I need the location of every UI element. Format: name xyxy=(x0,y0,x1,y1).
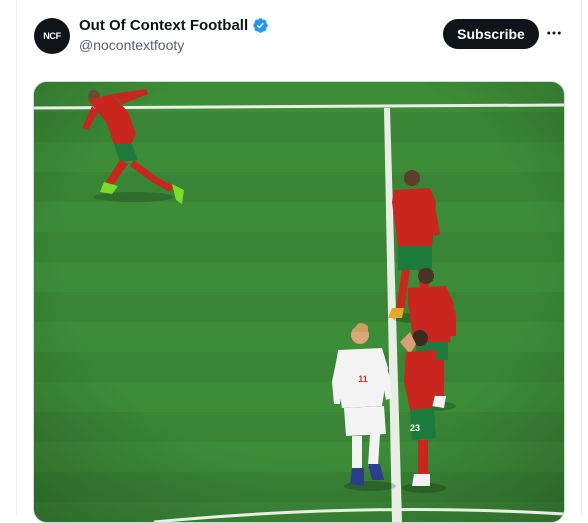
post-card: NCF Out Of Context Football @nocontextfo… xyxy=(16,0,582,523)
handle[interactable]: @nocontextfooty xyxy=(79,37,269,53)
svg-text:11: 11 xyxy=(358,374,368,384)
post-header: NCF Out Of Context Football @nocontextfo… xyxy=(17,0,581,78)
post-media-photo[interactable]: 11 23 xyxy=(33,81,565,523)
avatar-initials: NCF xyxy=(43,31,61,41)
verified-badge-icon xyxy=(253,18,268,33)
subscribe-button[interactable]: Subscribe xyxy=(443,19,539,49)
display-name-row: Out Of Context Football xyxy=(79,17,269,34)
football-pitch-photo: 11 23 xyxy=(34,82,564,522)
avatar[interactable]: NCF xyxy=(34,18,70,54)
more-dots-icon xyxy=(547,31,561,35)
svg-text:23: 23 xyxy=(410,423,420,433)
author-info: Out Of Context Football @nocontextfooty xyxy=(79,17,269,53)
display-name[interactable]: Out Of Context Football xyxy=(79,17,248,34)
more-icon[interactable] xyxy=(543,22,565,44)
